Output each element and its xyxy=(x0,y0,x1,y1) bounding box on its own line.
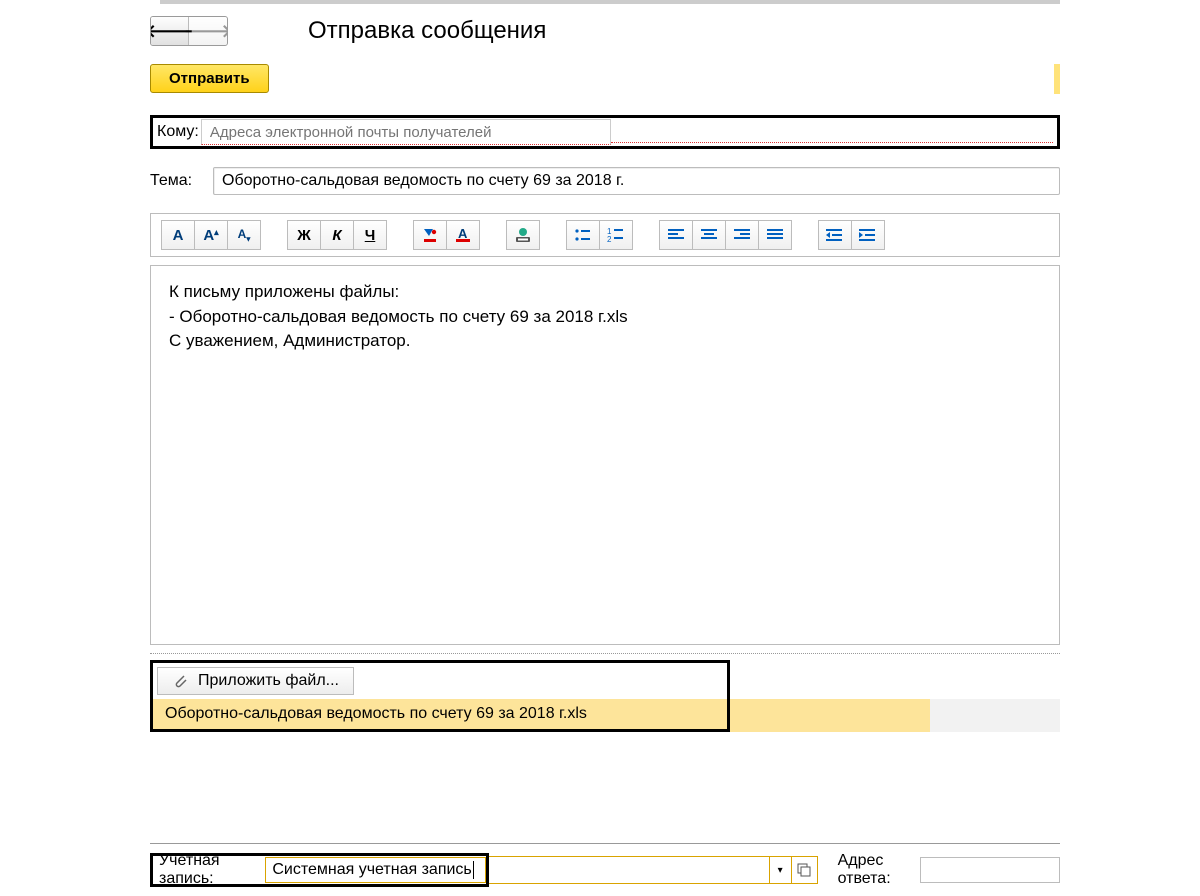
text-color-icon: A xyxy=(454,226,472,244)
editor-toolbar: A A▴ A▾ Ж К Ч A 12 xyxy=(150,213,1060,257)
indent-left-icon xyxy=(859,228,877,242)
account-dropdown-button[interactable]: ▾ xyxy=(769,857,791,883)
reply-address-label: Адрес ответа: xyxy=(838,852,914,888)
attachment-row-rest xyxy=(930,699,1060,732)
nav-buttons: 🡐 🡒 xyxy=(150,16,228,46)
attachment-item[interactable]: Оборотно-сальдовая ведомость по счету 69… xyxy=(153,699,727,729)
italic-button[interactable]: К xyxy=(320,220,354,250)
account-label: Учетная запись: xyxy=(153,852,265,888)
to-field-highlight: Кому: xyxy=(150,115,1060,149)
paperclip-icon xyxy=(172,673,188,689)
footer-bar: Учетная запись: Системная учетная запись… xyxy=(150,843,1060,896)
account-highlight: Учетная запись: Системная учетная запись xyxy=(150,853,489,887)
align-center-button[interactable] xyxy=(692,220,726,250)
forward-button[interactable]: 🡒 xyxy=(189,17,227,45)
account-open-button[interactable] xyxy=(791,857,817,883)
indent-right-icon xyxy=(826,228,844,242)
arrow-right-icon: 🡒 xyxy=(184,22,228,40)
body-line: - Оборотно-сальдовая ведомость по счету … xyxy=(169,305,1041,330)
font-normal-button[interactable]: A xyxy=(161,220,195,250)
to-input[interactable] xyxy=(201,119,611,145)
highlight-color-button[interactable] xyxy=(413,220,447,250)
subject-label: Тема: xyxy=(150,172,205,190)
numbers-icon: 12 xyxy=(607,227,625,243)
reply-address-input[interactable] xyxy=(920,857,1060,883)
to-label: Кому: xyxy=(157,123,199,141)
font-increase-button[interactable]: A▴ xyxy=(194,220,228,250)
caret-down-icon: ▾ xyxy=(778,865,783,876)
align-left-button[interactable] xyxy=(659,220,693,250)
bold-button[interactable]: Ж xyxy=(287,220,321,250)
align-justify-button[interactable] xyxy=(758,220,792,250)
font-decrease-button[interactable]: A▾ xyxy=(227,220,261,250)
bucket-icon xyxy=(421,226,439,244)
account-input-extra: ▾ xyxy=(489,856,818,884)
svg-text:2: 2 xyxy=(607,235,612,243)
account-input-extend[interactable] xyxy=(489,857,769,883)
number-list-button[interactable]: 12 xyxy=(599,220,633,250)
text-color-button[interactable]: A xyxy=(446,220,480,250)
indent-increase-button[interactable] xyxy=(818,220,852,250)
page-title: Отправка сообщения xyxy=(308,17,546,45)
message-body-editor[interactable]: К письму приложены файлы: - Оборотно-сал… xyxy=(150,265,1060,645)
subject-input[interactable] xyxy=(213,167,1060,195)
attachments-highlight: Приложить файл... Оборотно-сальдовая вед… xyxy=(150,660,730,732)
align-left-icon xyxy=(668,228,684,242)
open-icon xyxy=(797,863,811,877)
attach-file-button[interactable]: Приложить файл... xyxy=(157,667,354,695)
svg-text:A: A xyxy=(458,226,468,241)
body-line: К письму приложены файлы: xyxy=(169,280,1041,305)
link-icon xyxy=(513,226,533,244)
align-justify-icon xyxy=(767,228,783,242)
align-center-icon xyxy=(701,228,717,242)
send-button[interactable]: Отправить xyxy=(150,64,269,93)
align-right-icon xyxy=(734,228,750,242)
underline-button[interactable]: Ч xyxy=(353,220,387,250)
to-input-extend[interactable] xyxy=(611,142,1053,143)
body-line: С уважением, Администратор. xyxy=(169,329,1041,354)
align-right-button[interactable] xyxy=(725,220,759,250)
account-input[interactable]: Системная учетная запись xyxy=(265,857,485,883)
attachment-row-extend xyxy=(730,699,930,732)
indent-decrease-button[interactable] xyxy=(851,220,885,250)
bullets-icon xyxy=(574,227,592,243)
insert-link-button[interactable] xyxy=(506,220,540,250)
bullet-list-button[interactable] xyxy=(566,220,600,250)
decoration-stripe xyxy=(1054,64,1060,94)
